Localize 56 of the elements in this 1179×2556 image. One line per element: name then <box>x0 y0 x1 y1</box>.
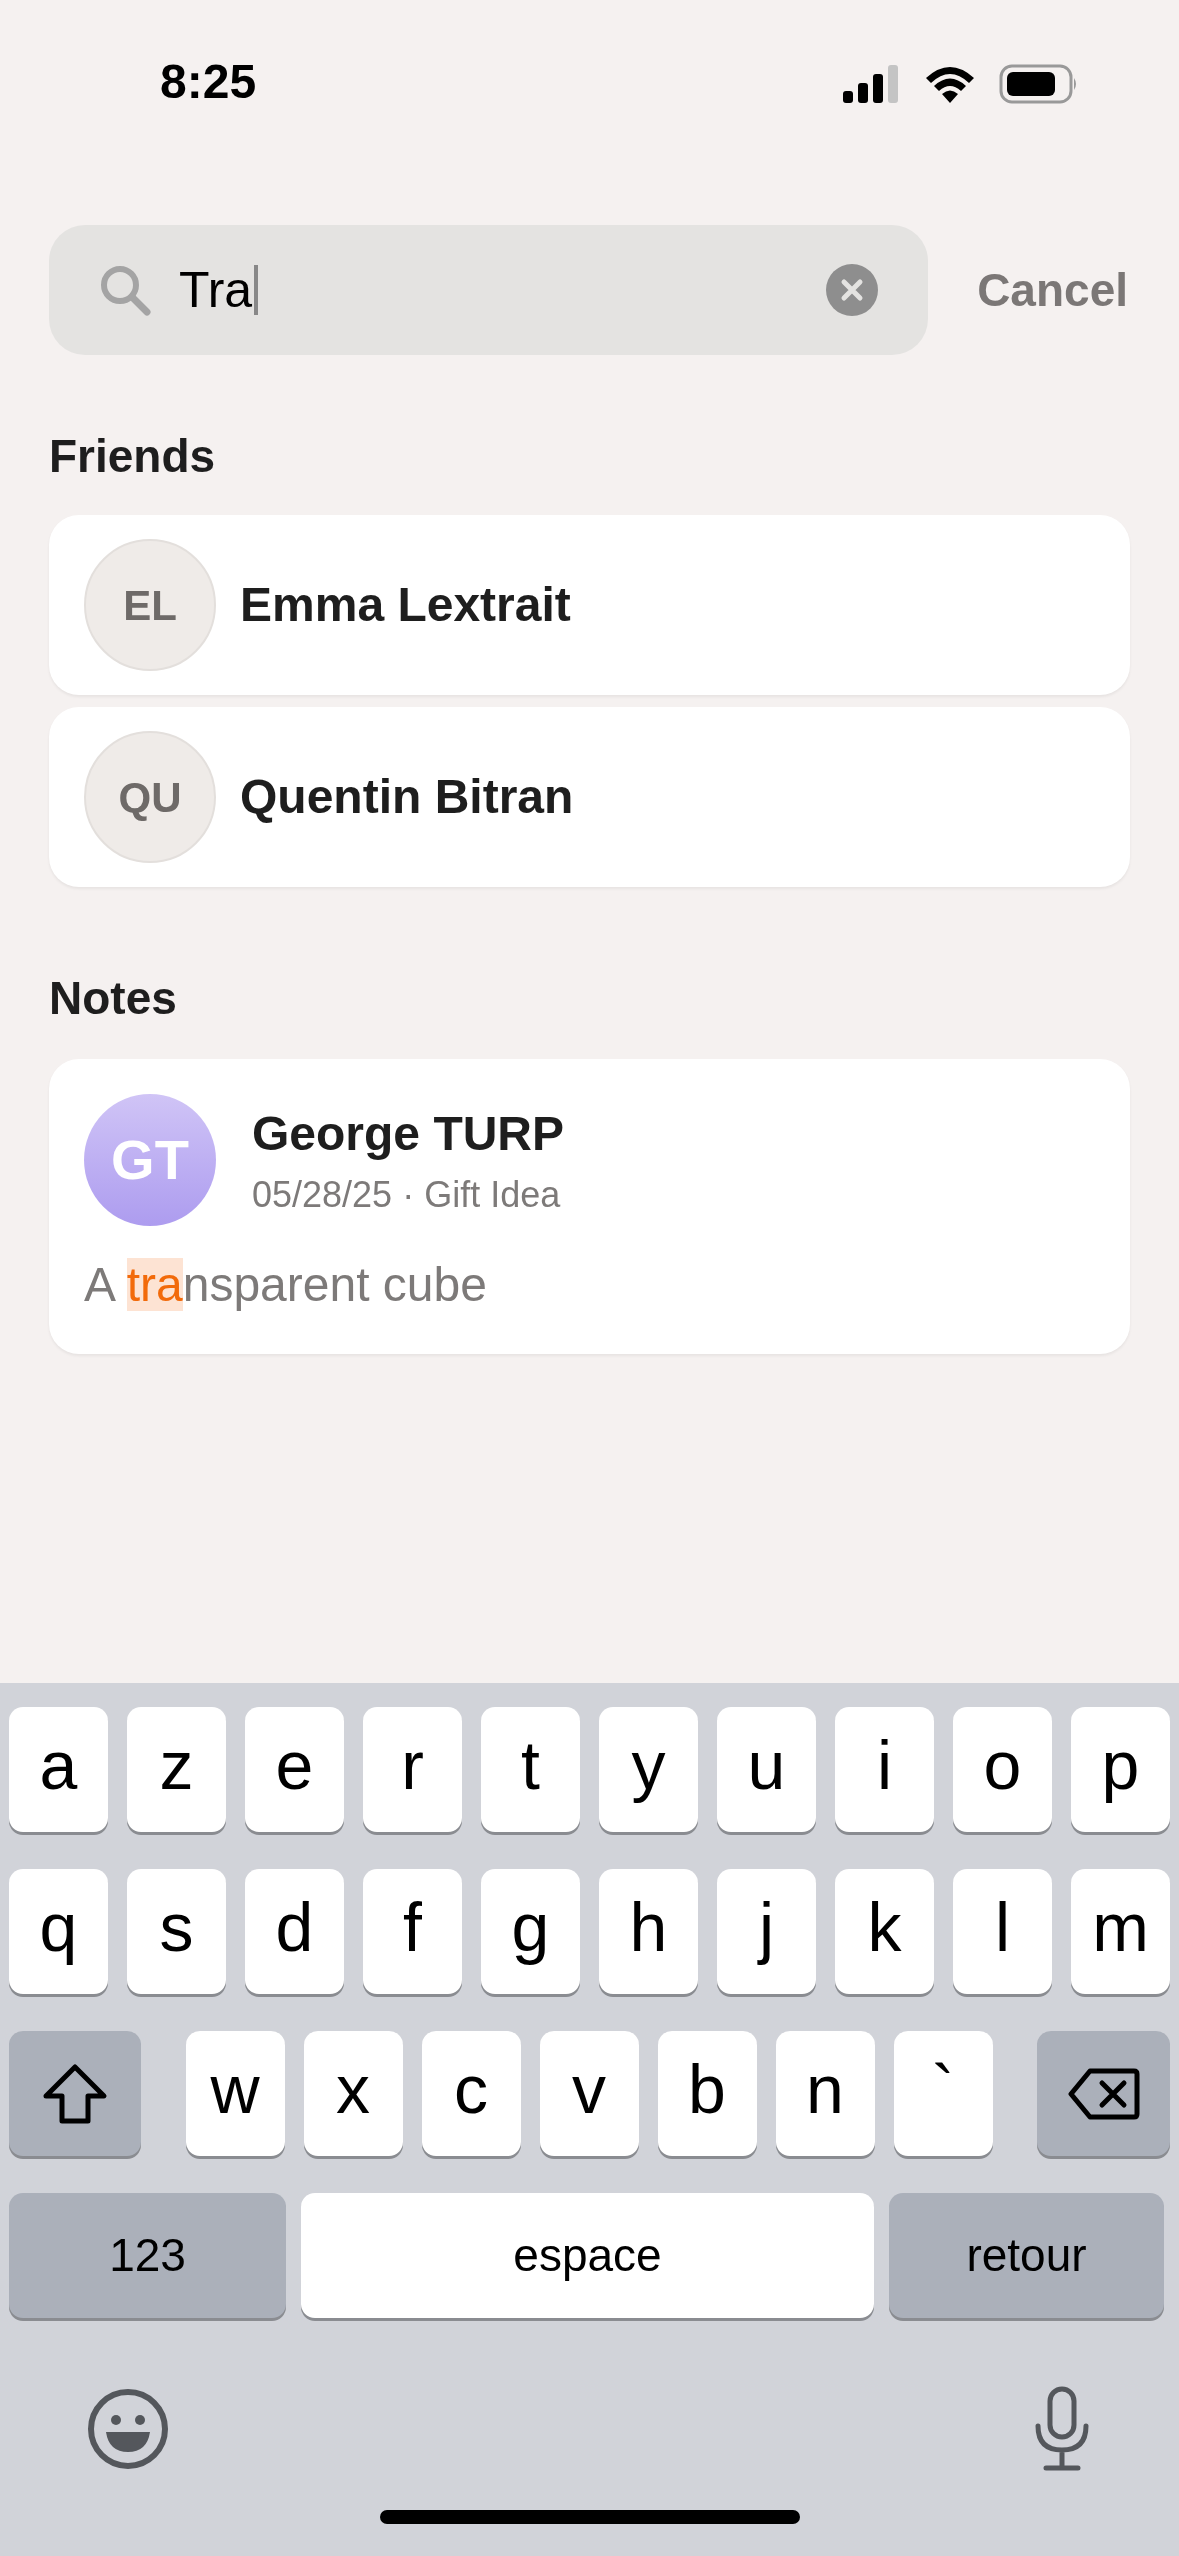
search-text: Tra <box>179 265 259 315</box>
keyboard-key[interactable]: l <box>953 1869 1052 1994</box>
section-heading: Notes <box>49 975 178 1021</box>
keyboard-key[interactable]: x <box>303 2031 403 2156</box>
avatar: GT <box>84 1094 216 1226</box>
note-meta: 05/28/25 · Gift Idea <box>252 1172 562 1217</box>
keyboard-key[interactable]: i <box>835 1707 934 1832</box>
shift-icon <box>42 2062 108 2125</box>
keyboard-key[interactable]: t <box>481 1707 580 1832</box>
keyboard-key[interactable]: e <box>245 1707 344 1832</box>
status-time: 8:25 <box>160 58 257 106</box>
space-key[interactable]: espace <box>301 2193 874 2318</box>
keyboard-key[interactable]: h <box>599 1869 698 1994</box>
keyboard-key[interactable]: r <box>363 1707 462 1832</box>
keyboard-key[interactable]: w <box>185 2031 285 2156</box>
numbers-key[interactable]: 123 <box>9 2193 286 2318</box>
clear-icon[interactable] <box>826 264 879 316</box>
keyboard-key[interactable]: y <box>599 1707 698 1832</box>
keyboard-key[interactable]: f <box>363 1869 462 1994</box>
search-icon <box>99 264 151 316</box>
keyboard-key[interactable]: v <box>539 2031 639 2156</box>
keyboard-key[interactable]: c <box>421 2031 521 2156</box>
keyboard-key[interactable]: j <box>717 1869 816 1994</box>
signal-icon <box>843 65 901 103</box>
emoji-icon[interactable] <box>87 2388 169 2470</box>
keyboard-key[interactable]: o <box>953 1707 1052 1832</box>
keyboard-key[interactable]: s <box>127 1869 226 1994</box>
friend-row[interactable]: EL Emma Lextrait <box>49 515 1130 695</box>
keyboard-key[interactable]: q <box>9 1869 108 1994</box>
section-heading: Friends <box>49 433 217 479</box>
keyboard-key[interactable]: b <box>657 2031 757 2156</box>
note-card[interactable]: GT George TURP 05/28/25 · Gift Idea A transparent cube <box>49 1059 1130 1355</box>
keyboard-key[interactable]: a <box>9 1707 108 1832</box>
keyboard-key[interactable]: k <box>835 1869 934 1994</box>
friend-row[interactable]: QU Quentin Bitran <box>49 707 1130 887</box>
keyboard-key[interactable]: d <box>245 1869 344 1994</box>
avatar: QU <box>84 731 216 863</box>
friend-name: Emma Lextrait <box>240 577 571 633</box>
return-key[interactable]: retour <box>889 2193 1164 2318</box>
note-text: A transparent cube <box>84 1257 487 1313</box>
keyboard-key[interactable]: ` <box>893 2031 993 2156</box>
keyboard-key[interactable]: u <box>717 1707 816 1832</box>
keyboard-key[interactable]: p <box>1071 1707 1170 1832</box>
cancel-button[interactable]: Cancel <box>977 255 1128 325</box>
keyboard-key[interactable]: m <box>1071 1869 1170 1994</box>
friend-name: Quentin Bitran <box>240 769 574 825</box>
keyboard-key[interactable]: g <box>481 1869 580 1994</box>
delete-icon <box>1067 2066 1140 2121</box>
keyboard-key[interactable]: z <box>127 1707 226 1832</box>
battery-icon <box>999 64 1079 104</box>
shift-key[interactable] <box>9 2031 141 2156</box>
avatar: EL <box>84 539 216 671</box>
delete-key[interactable] <box>1037 2031 1170 2156</box>
keyboard-key[interactable]: n <box>775 2031 875 2156</box>
note-author: George TURP <box>252 1105 565 1162</box>
search-field[interactable]: Tra <box>49 225 929 355</box>
